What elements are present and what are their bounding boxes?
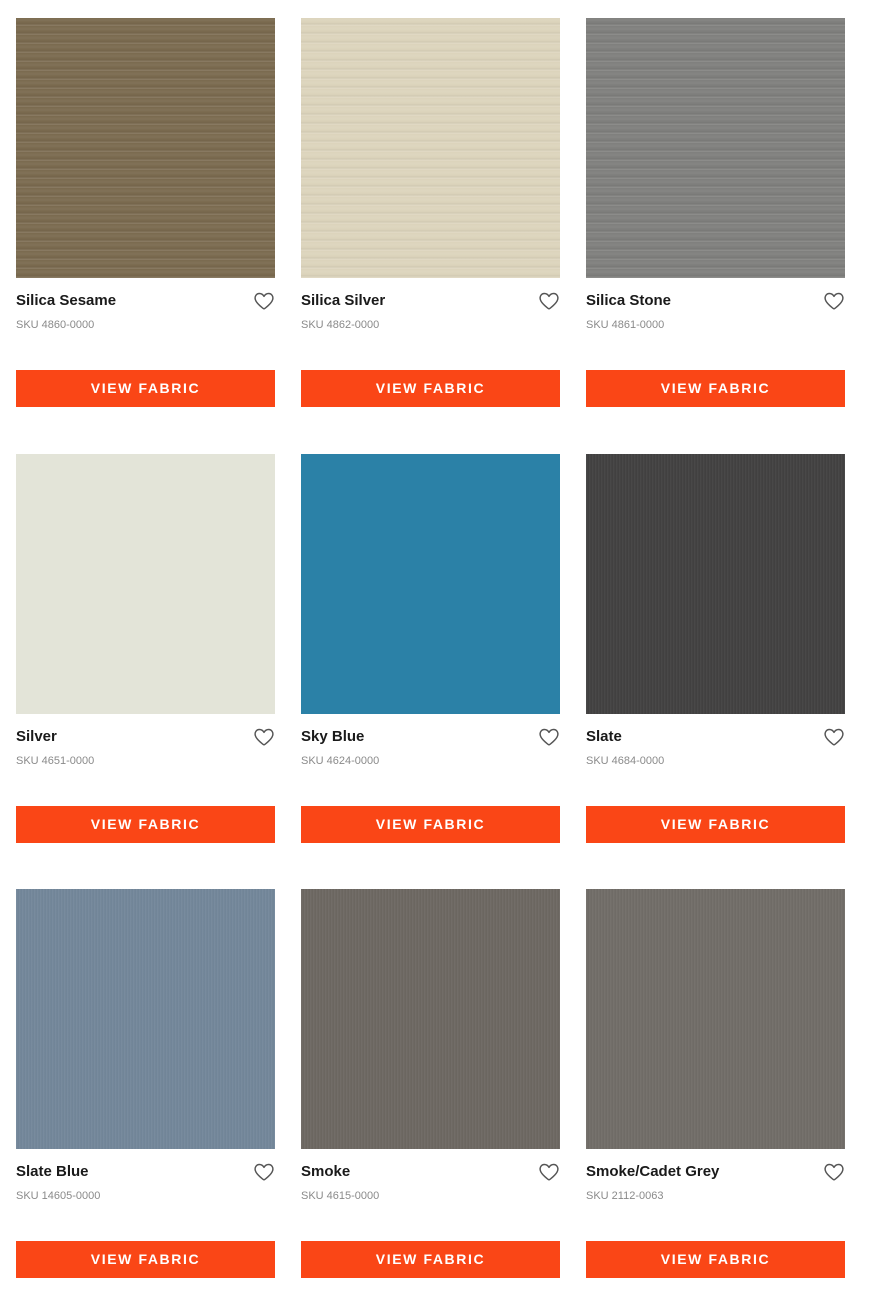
- fabric-card: Slate Blue SKU 14605-0000 VIEW FABRIC: [16, 889, 275, 1278]
- fabric-sku: SKU 4860-0000: [16, 319, 95, 331]
- card-title-row: Silica Sesame: [16, 290, 275, 312]
- fabric-swatch-image[interactable]: [16, 889, 275, 1149]
- fabric-swatch-image[interactable]: [586, 454, 845, 714]
- fabric-swatch-image[interactable]: [586, 18, 845, 278]
- fabric-card: Smoke SKU 4615-0000 VIEW FABRIC: [301, 889, 560, 1278]
- view-fabric-button[interactable]: VIEW FABRIC: [586, 806, 845, 843]
- fabric-name[interactable]: Silver: [16, 726, 275, 748]
- heart-outline-icon[interactable]: [538, 1161, 560, 1183]
- fabric-card: Silica Silver SKU 4862-0000 VIEW FABRIC: [301, 18, 560, 407]
- heart-outline-icon[interactable]: [253, 1161, 275, 1183]
- fabric-swatch-image[interactable]: [301, 454, 560, 714]
- view-fabric-button[interactable]: VIEW FABRIC: [16, 370, 275, 407]
- fabric-name[interactable]: Smoke: [301, 1161, 560, 1183]
- heart-outline-icon[interactable]: [823, 290, 845, 312]
- fabric-name[interactable]: Silica Silver: [301, 290, 560, 312]
- fabric-swatch-image[interactable]: [16, 454, 275, 714]
- view-fabric-button[interactable]: VIEW FABRIC: [586, 370, 845, 407]
- fabric-grid: Silica Sesame SKU 4860-0000 VIEW FABRIC …: [0, 0, 870, 1300]
- card-title-row: Slate Blue: [16, 1161, 275, 1183]
- fabric-name[interactable]: Silica Sesame: [16, 290, 275, 312]
- card-title-row: Silica Silver: [301, 290, 560, 312]
- fabric-sku: SKU 4861-0000: [586, 319, 665, 331]
- fabric-sku: SKU 4651-0000: [16, 755, 95, 767]
- fabric-card: Silver SKU 4651-0000 VIEW FABRIC: [16, 454, 275, 843]
- card-title-row: Slate: [586, 726, 845, 748]
- fabric-card: Sky Blue SKU 4624-0000 VIEW FABRIC: [301, 454, 560, 843]
- heart-outline-icon[interactable]: [253, 290, 275, 312]
- view-fabric-button[interactable]: VIEW FABRIC: [16, 1241, 275, 1278]
- fabric-name[interactable]: Sky Blue: [301, 726, 560, 748]
- fabric-card: Slate SKU 4684-0000 VIEW FABRIC: [586, 454, 845, 843]
- fabric-swatch-image[interactable]: [586, 889, 845, 1149]
- card-title-row: Silica Stone: [586, 290, 845, 312]
- fabric-sku: SKU 4615-0000: [301, 1190, 380, 1202]
- card-title-row: Silver: [16, 726, 275, 748]
- fabric-sku: SKU 4684-0000: [586, 755, 665, 767]
- view-fabric-button[interactable]: VIEW FABRIC: [301, 1241, 560, 1278]
- card-title-row: Smoke: [301, 1161, 560, 1183]
- fabric-swatch-image[interactable]: [301, 18, 560, 278]
- fabric-card: Silica Stone SKU 4861-0000 VIEW FABRIC: [586, 18, 845, 407]
- view-fabric-button[interactable]: VIEW FABRIC: [16, 806, 275, 843]
- heart-outline-icon[interactable]: [538, 290, 560, 312]
- card-title-row: Sky Blue: [301, 726, 560, 748]
- card-title-row: Smoke/Cadet Grey: [586, 1161, 845, 1183]
- view-fabric-button[interactable]: VIEW FABRIC: [301, 370, 560, 407]
- heart-outline-icon[interactable]: [823, 1161, 845, 1183]
- view-fabric-button[interactable]: VIEW FABRIC: [301, 806, 560, 843]
- fabric-name[interactable]: Silica Stone: [586, 290, 845, 312]
- heart-outline-icon[interactable]: [823, 726, 845, 748]
- fabric-card: Smoke/Cadet Grey SKU 2112-0063 VIEW FABR…: [586, 889, 845, 1278]
- fabric-card: Silica Sesame SKU 4860-0000 VIEW FABRIC: [16, 18, 275, 407]
- fabric-sku: SKU 4862-0000: [301, 319, 380, 331]
- fabric-sku: SKU 4624-0000: [301, 755, 380, 767]
- fabric-sku: SKU 2112-0063: [586, 1190, 664, 1202]
- fabric-swatch-image[interactable]: [16, 18, 275, 278]
- heart-outline-icon[interactable]: [538, 726, 560, 748]
- fabric-sku: SKU 14605-0000: [16, 1190, 101, 1202]
- fabric-name[interactable]: Slate: [586, 726, 845, 748]
- fabric-swatch-image[interactable]: [301, 889, 560, 1149]
- fabric-name[interactable]: Slate Blue: [16, 1161, 275, 1183]
- view-fabric-button[interactable]: VIEW FABRIC: [586, 1241, 845, 1278]
- heart-outline-icon[interactable]: [253, 726, 275, 748]
- fabric-name[interactable]: Smoke/Cadet Grey: [586, 1161, 845, 1183]
